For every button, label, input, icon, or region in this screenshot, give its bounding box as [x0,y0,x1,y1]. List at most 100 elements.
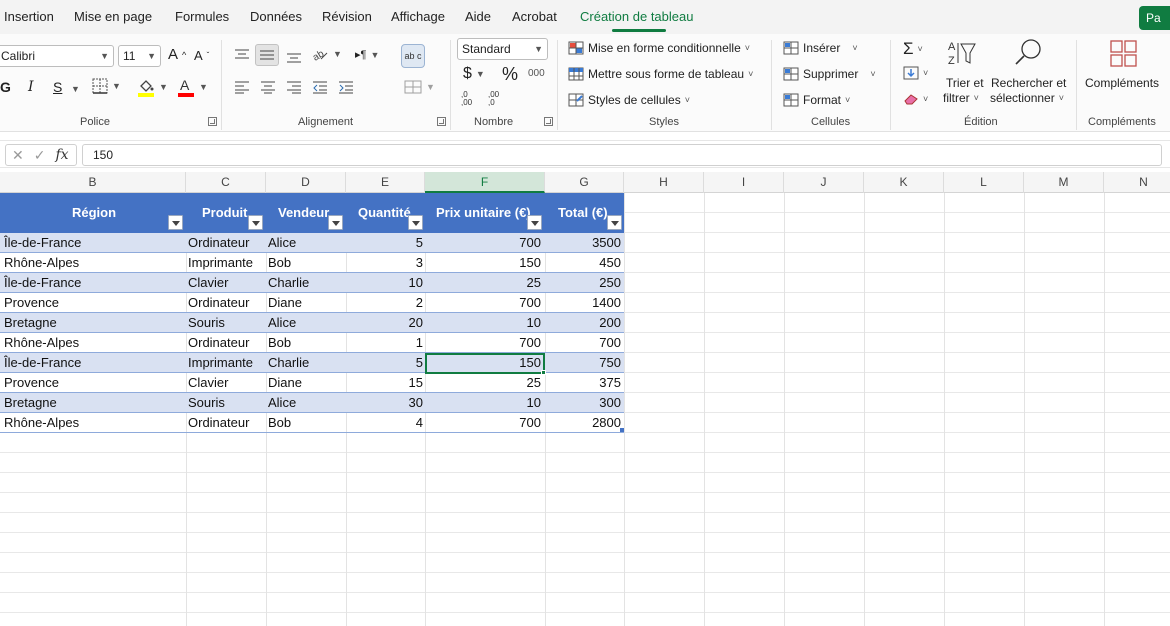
cell-region[interactable]: Bretagne [4,393,184,413]
filter-dropdown-icon[interactable] [328,215,343,230]
cell-total[interactable]: 1400 [545,293,621,313]
decrease-decimal-button[interactable]: ,00 ,0 [488,91,506,107]
cell-total[interactable]: 250 [545,273,621,293]
cell-total[interactable]: 300 [545,393,621,413]
fill-handle[interactable] [541,370,546,375]
column-header-j[interactable]: J [784,172,864,193]
cell-prix-unitaire[interactable]: 10 [425,393,541,413]
align-top-button[interactable] [234,48,250,62]
cell-quantite[interactable]: 5 [346,353,423,373]
percent-button[interactable]: % [502,64,518,85]
cell-produit[interactable]: Ordinateur [188,293,264,313]
cell-quantite[interactable]: 5 [346,233,423,253]
share-button[interactable]: Pa [1139,6,1170,30]
cell-produit[interactable]: Ordinateur [188,233,264,253]
column-header-b[interactable]: B [0,172,186,193]
orientation-button[interactable]: ab ▼ [311,46,342,62]
shrink-font-button[interactable]: Aˇ [194,48,209,63]
delete-cells-button[interactable]: Supprimer ˅ [783,67,876,81]
text-direction-button[interactable]: ▸¶ ▼ [355,48,379,61]
nombre-dialog-launcher-icon[interactable] [544,117,553,126]
cell-region[interactable]: Rhône-Alpes [4,333,184,353]
cell-total[interactable]: 3500 [545,233,621,253]
cell-vendeur[interactable]: Bob [268,413,344,433]
grow-font-button[interactable]: A ^ [168,46,186,63]
tab-insertion[interactable]: Insertion [4,9,54,24]
underline-chevron-icon[interactable]: ▼ [71,84,80,94]
cell-quantite[interactable]: 2 [346,293,423,313]
tab-mise-en-page[interactable]: Mise en page [74,9,152,24]
cell-produit[interactable]: Imprimante [188,353,264,373]
cell-prix-unitaire[interactable]: 10 [425,313,541,333]
tab-creation-de-tableau[interactable]: Création de tableau [580,9,693,24]
cell-produit[interactable]: Ordinateur [188,413,264,433]
cell-region[interactable]: Île-de-France [4,233,184,253]
sort-filter-button[interactable]: filtrer ˅ [943,91,979,105]
column-header-h[interactable]: H [624,172,704,193]
filter-dropdown-icon[interactable] [248,215,263,230]
clear-button[interactable]: ˅ [903,93,928,105]
filter-dropdown-icon[interactable] [527,215,542,230]
cell-prix-unitaire[interactable]: 150 [425,353,541,373]
align-left-button[interactable] [234,80,250,94]
column-header-k[interactable]: K [864,172,944,193]
cell-produit[interactable]: Ordinateur [188,333,264,353]
insert-function-icon[interactable]: fx [55,147,68,163]
column-header-m[interactable]: M [1024,172,1104,193]
filter-dropdown-icon[interactable] [408,215,423,230]
sort-filter-icon-wrap[interactable]: AZ [946,39,978,67]
currency-button[interactable]: $ ▼ [463,65,485,83]
cell-vendeur[interactable]: Alice [268,393,344,413]
align-center-button[interactable] [260,80,276,94]
tab-affichage[interactable]: Affichage [391,9,445,24]
alignement-dialog-launcher-icon[interactable] [437,117,446,126]
header-prix-unitaire[interactable]: Prix unitaire (€) [436,193,531,233]
autosum-button[interactable]: Σ ˅ [903,39,923,59]
filter-dropdown-icon[interactable] [168,215,183,230]
cell-region[interactable]: Bretagne [4,313,184,333]
cell-total[interactable]: 700 [545,333,621,353]
cell-produit[interactable]: Souris [188,393,264,413]
tab-formules[interactable]: Formules [175,9,229,24]
cell-total[interactable]: 200 [545,313,621,333]
cell-total[interactable]: 750 [545,353,621,373]
cell-total[interactable]: 450 [545,253,621,273]
column-header-n[interactable]: N [1104,172,1170,193]
cell-vendeur[interactable]: Alice [268,313,344,333]
cell-quantite[interactable]: 15 [346,373,423,393]
borders-button[interactable]: ▼ [92,78,121,94]
column-header-i[interactable]: I [704,172,784,193]
cell-region[interactable]: Provence [4,373,184,393]
cell-region[interactable]: Île-de-France [4,273,184,293]
cell-vendeur[interactable]: Charlie [268,353,344,373]
cell-quantite[interactable]: 1 [346,333,423,353]
cell-region[interactable]: Rhône-Alpes [4,413,184,433]
header-total[interactable]: Total (€) [558,193,608,233]
decrease-indent-button[interactable] [312,80,328,94]
header-vendeur[interactable]: Vendeur [278,193,329,233]
align-bottom-button[interactable] [286,50,302,64]
fill-color-button[interactable]: ▼ [137,77,168,97]
cell-quantite[interactable]: 20 [346,313,423,333]
conditional-formatting-button[interactable]: Mise en forme conditionnelle ˅ [568,41,750,55]
increase-decimal-button[interactable]: ,0 ,00 [461,91,479,107]
underline-button[interactable]: S [53,79,62,95]
insert-cells-button[interactable]: Insérer ˅ [783,41,858,55]
merge-center-button[interactable]: ▼ [404,80,435,94]
add-ins-icon-wrap[interactable] [1110,40,1138,68]
sort-filter-label-line1[interactable]: Trier et [946,76,984,90]
italic-button[interactable]: I [28,79,34,95]
header-quantite[interactable]: Quantité [358,193,411,233]
cell-prix-unitaire[interactable]: 150 [425,253,541,273]
cell-produit[interactable]: Souris [188,313,264,333]
cell-total[interactable]: 375 [545,373,621,393]
police-dialog-launcher-icon[interactable] [208,117,217,126]
cell-quantite[interactable]: 10 [346,273,423,293]
column-header-d[interactable]: D [266,172,346,193]
cell-vendeur[interactable]: Alice [268,233,344,253]
cell-prix-unitaire[interactable]: 25 [425,273,541,293]
find-select-button[interactable]: sélectionner ˅ [990,91,1064,105]
cell-total[interactable]: 2800 [545,413,621,433]
cell-prix-unitaire[interactable]: 700 [425,333,541,353]
increase-indent-button[interactable] [338,80,354,94]
